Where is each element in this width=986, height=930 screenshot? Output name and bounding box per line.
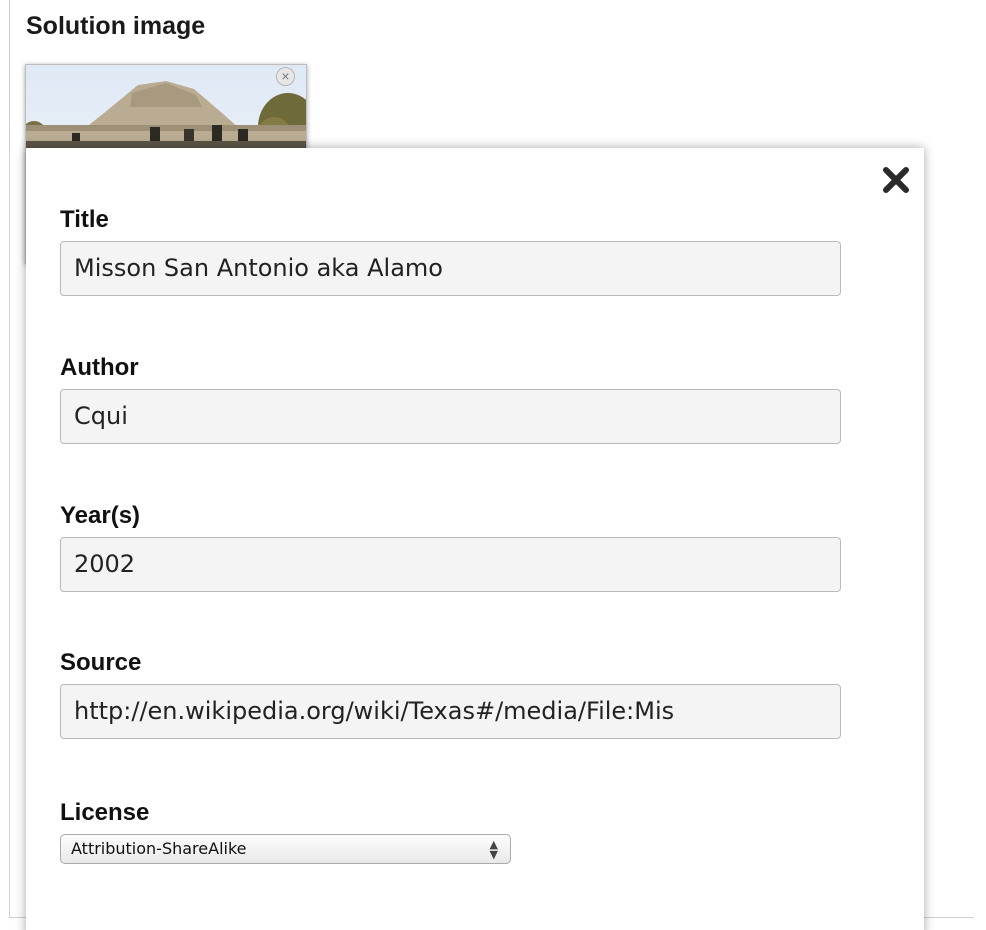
year-input[interactable]: 2002 (60, 537, 841, 592)
license-select[interactable]: Attribution-ShareAlike ▲ ▼ (60, 834, 511, 864)
source-field: Source http://en.wikipedia.org/wiki/Texa… (60, 649, 841, 739)
year-field: Year(s) 2002 (60, 502, 841, 592)
year-input-value: 2002 (74, 550, 136, 578)
license-label: License (60, 799, 150, 826)
license-selected-value: Attribution-ShareAlike (71, 839, 247, 858)
title-field: Title Misson San Antonio aka Alamo (60, 206, 841, 296)
author-input-value: Cqui (74, 402, 128, 430)
author-input[interactable]: Cqui (60, 389, 841, 444)
left-border (9, 0, 10, 918)
source-input-value: http://en.wikipedia.org/wiki/Texas#/medi… (74, 697, 675, 725)
section-title: Solution image (26, 12, 206, 40)
page: Solution image × Title Misson San Antoni… (0, 0, 986, 930)
updown-arrows-icon: ▲ ▼ (489, 838, 498, 861)
year-label: Year(s) (60, 502, 141, 529)
author-label: Author (60, 354, 139, 381)
author-field: Author Cqui (60, 354, 841, 444)
close-circle-icon[interactable]: × (276, 67, 295, 86)
image-metadata-dialog: Title Misson San Antonio aka Alamo Autho… (26, 148, 924, 930)
title-input-value: Misson San Antonio aka Alamo (74, 254, 443, 282)
source-input[interactable]: http://en.wikipedia.org/wiki/Texas#/medi… (60, 684, 841, 739)
title-label: Title (60, 206, 109, 233)
source-label: Source (60, 649, 142, 676)
license-field: License Attribution-ShareAlike ▲ ▼ (60, 799, 841, 864)
title-input[interactable]: Misson San Antonio aka Alamo (60, 241, 841, 296)
close-icon[interactable] (880, 164, 912, 196)
